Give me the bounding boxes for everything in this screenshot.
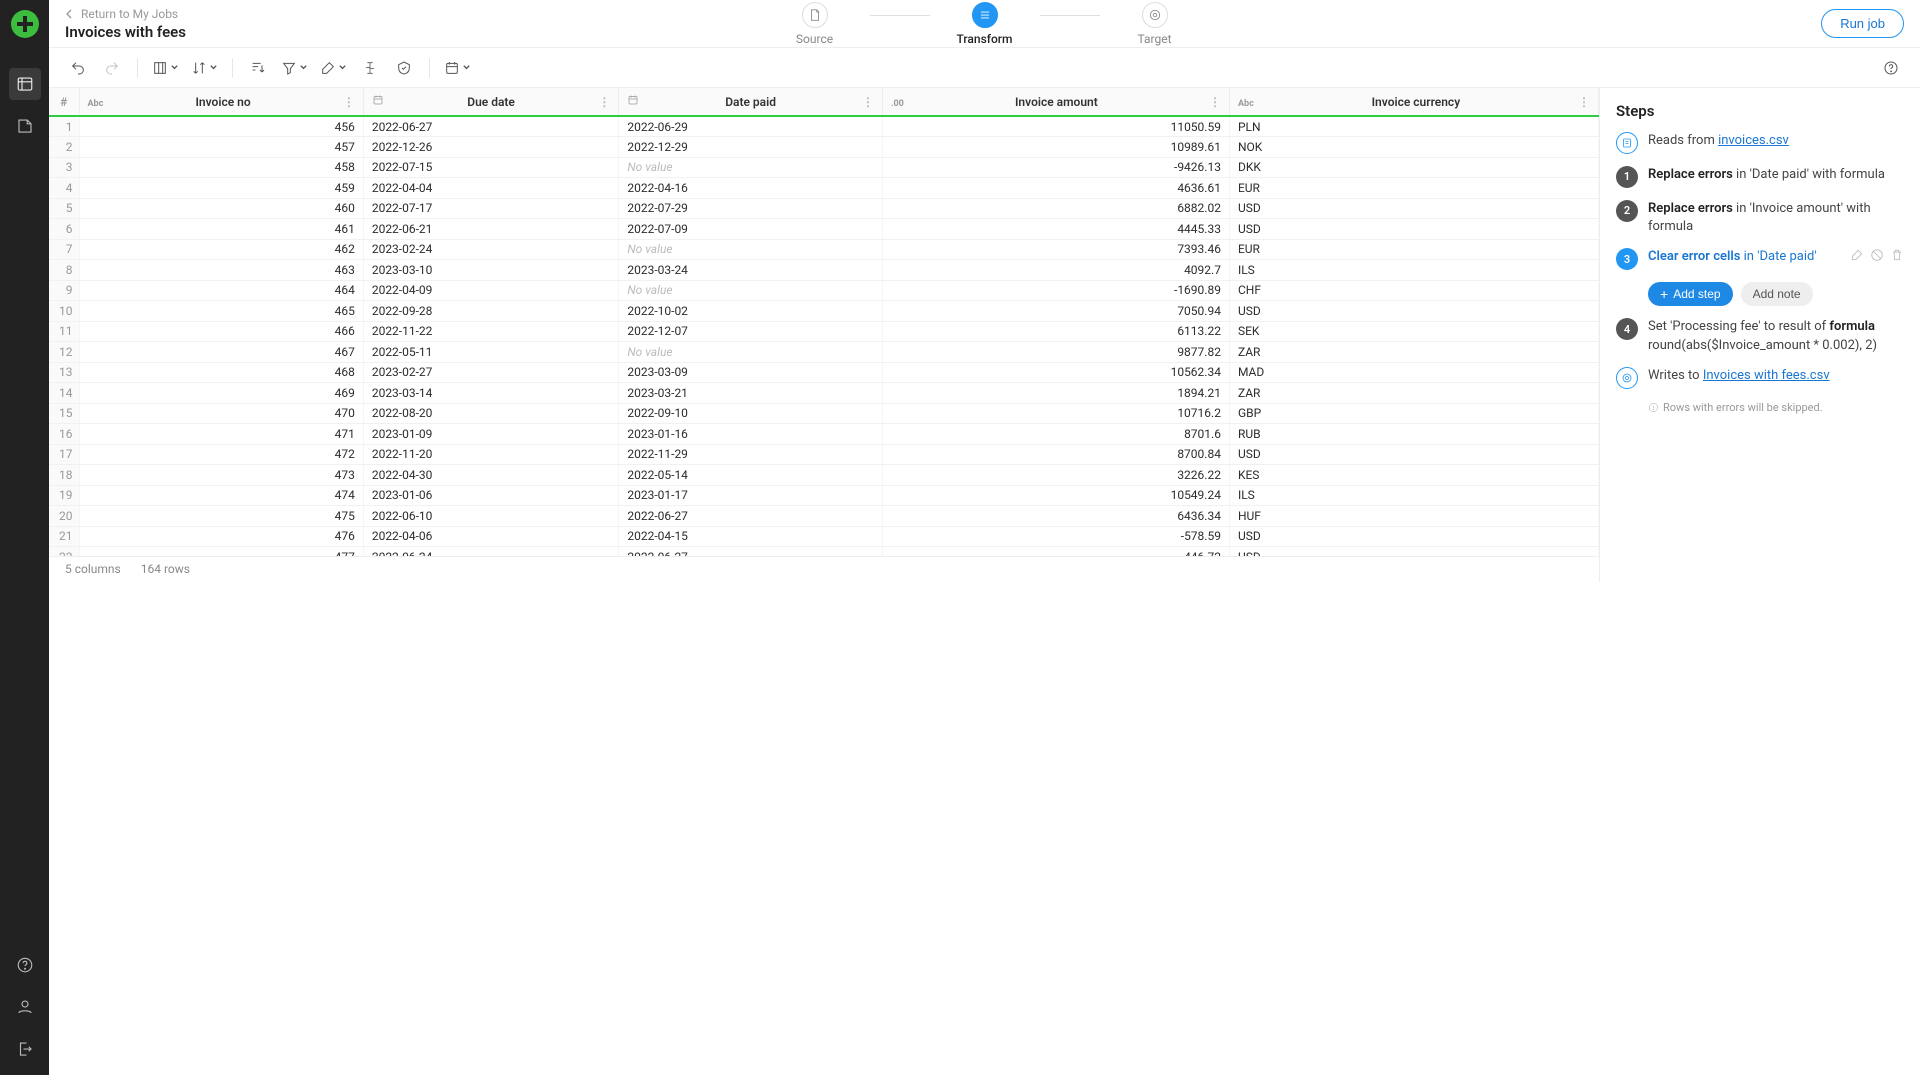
delete-step-icon[interactable]: [1890, 248, 1904, 262]
table-row[interactable]: 14562022-06-272022-06-2911050.59PLN: [49, 116, 1599, 137]
validate-button[interactable]: [389, 54, 419, 82]
table-row[interactable]: 224772022-06-242022-06-27446.72USD: [49, 547, 1599, 556]
disable-step-icon[interactable]: [1870, 248, 1884, 262]
rail-exit-icon[interactable]: [9, 1033, 41, 1065]
table-row[interactable]: 74622023-02-24No value7393.46EUR: [49, 239, 1599, 260]
rail-user-icon[interactable]: [9, 991, 41, 1023]
rail-help-icon[interactable]: [9, 949, 41, 981]
column-header-invoice_currency[interactable]: AbcInvoice currency⋮: [1229, 88, 1598, 116]
stage-indicator: Source Transform Target: [760, 2, 1210, 46]
table-row[interactable]: 164712023-01-092023-01-168701.6RUB: [49, 424, 1599, 445]
status-bar: 5 columns 164 rows: [49, 556, 1599, 582]
steps-panel: Steps Reads from invoices.csv 1 Replace …: [1600, 88, 1920, 582]
columns-button[interactable]: [148, 54, 183, 82]
column-menu-icon[interactable]: ⋮: [862, 95, 874, 109]
table-row[interactable]: 174722022-11-202022-11-298700.84USD: [49, 444, 1599, 465]
table-row[interactable]: 134682023-02-272023-03-0910562.34MAD: [49, 362, 1599, 383]
transform-button[interactable]: [316, 54, 351, 82]
table-row[interactable]: 24572022-12-262022-12-2910989.61NOK: [49, 137, 1599, 158]
column-header-date_paid[interactable]: Date paid⋮: [619, 88, 883, 116]
skip-errors-hint: Rows with errors will be skipped.: [1648, 401, 1904, 414]
column-menu-icon[interactable]: ⋮: [343, 95, 355, 109]
step-4[interactable]: 4 Set 'Processing fee' to result of form…: [1616, 318, 1904, 354]
page-title: Invoices with fees: [65, 23, 186, 41]
top-bar: Return to My Jobs Invoices with fees Sou…: [49, 0, 1920, 48]
back-link[interactable]: Return to My Jobs: [65, 7, 186, 21]
rail-docs-icon[interactable]: [9, 110, 41, 142]
status-rows: 164 rows: [141, 562, 190, 576]
back-link-label: Return to My Jobs: [81, 7, 178, 21]
sort-button[interactable]: [187, 54, 222, 82]
table-row[interactable]: 94642022-04-09No value-1690.89CHF: [49, 280, 1599, 301]
help-button[interactable]: [1876, 54, 1906, 82]
table-row[interactable]: 114662022-11-222022-12-076113.22SEK: [49, 321, 1599, 342]
input-icon: [1616, 132, 1638, 154]
stage-source[interactable]: Source: [760, 2, 870, 46]
column-menu-icon[interactable]: ⋮: [598, 95, 610, 109]
stage-transform[interactable]: Transform: [930, 2, 1040, 46]
step-1[interactable]: 1 Replace errors in 'Date paid' with for…: [1616, 166, 1904, 188]
table-row[interactable]: 64612022-06-212022-07-094445.33USD: [49, 219, 1599, 240]
run-job-button[interactable]: Run job: [1821, 9, 1904, 38]
source-file-link[interactable]: invoices.csv: [1718, 133, 1789, 148]
add-note-button[interactable]: Add note: [1741, 282, 1813, 306]
table-row[interactable]: 154702022-08-202022-09-1010716.2GBP: [49, 403, 1599, 424]
filter-sort-button[interactable]: [243, 54, 273, 82]
table-row[interactable]: 144692023-03-142023-03-211894.21ZAR: [49, 383, 1599, 404]
target-file-link[interactable]: Invoices with fees.csv: [1703, 368, 1830, 383]
column-header-invoice_no[interactable]: AbcInvoice no⋮: [79, 88, 363, 116]
column-header-invoice_amount[interactable]: .00Invoice amount⋮: [882, 88, 1229, 116]
redo-button[interactable]: [97, 54, 127, 82]
table-row[interactable]: 44592022-04-042022-04-164636.61EUR: [49, 178, 1599, 199]
table-row[interactable]: 194742023-01-062023-01-1710549.24ILS: [49, 485, 1599, 506]
filter-button[interactable]: [277, 54, 312, 82]
table-row[interactable]: 184732022-04-302022-05-143226.22KES: [49, 465, 1599, 486]
step-3[interactable]: 3 Clear error cells in 'Date paid': [1616, 248, 1904, 270]
output-icon: [1616, 367, 1638, 389]
table-row[interactable]: 54602022-07-172022-07-296882.02USD: [49, 198, 1599, 219]
rail-jobs-icon[interactable]: [9, 68, 41, 100]
table-row[interactable]: 104652022-09-282022-10-027050.94USD: [49, 301, 1599, 322]
main-area: Return to My Jobs Invoices with fees Sou…: [49, 0, 1920, 1075]
table-row[interactable]: 204752022-06-102022-06-276436.34HUF: [49, 506, 1599, 527]
add-step-button[interactable]: +Add step: [1648, 282, 1733, 306]
step-2[interactable]: 2 Replace errors in 'Invoice amount' wit…: [1616, 200, 1904, 236]
step-reads-from[interactable]: Reads from invoices.csv: [1616, 132, 1904, 154]
left-rail: [0, 0, 49, 1075]
column-menu-icon[interactable]: ⋮: [1578, 95, 1590, 109]
stage-target[interactable]: Target: [1100, 2, 1210, 46]
status-columns: 5 columns: [65, 562, 121, 576]
undo-button[interactable]: [63, 54, 93, 82]
data-grid[interactable]: #AbcInvoice no⋮Due date⋮Date paid⋮.00Inv…: [49, 88, 1599, 556]
formula-button[interactable]: [355, 54, 385, 82]
table-row[interactable]: 214762022-04-062022-04-15-578.59USD: [49, 526, 1599, 547]
column-header-due_date[interactable]: Due date⋮: [363, 88, 619, 116]
date-button[interactable]: [440, 54, 475, 82]
step-writes-to[interactable]: Writes to Invoices with fees.csv: [1616, 367, 1904, 389]
table-row[interactable]: 84632023-03-102023-03-244092.7ILS: [49, 260, 1599, 281]
toolbar: [49, 48, 1920, 88]
table-container: #AbcInvoice no⋮Due date⋮Date paid⋮.00Inv…: [49, 88, 1600, 582]
edit-step-icon[interactable]: [1850, 248, 1864, 262]
table-row[interactable]: 34582022-07-15No value-9426.13DKK: [49, 157, 1599, 178]
table-row[interactable]: 124672022-05-11No value9877.82ZAR: [49, 342, 1599, 363]
steps-title: Steps: [1616, 102, 1904, 120]
workspace: #AbcInvoice no⋮Due date⋮Date paid⋮.00Inv…: [49, 88, 1920, 582]
column-menu-icon[interactable]: ⋮: [1209, 95, 1221, 109]
app-logo[interactable]: [11, 10, 39, 38]
row-number-header[interactable]: #: [49, 88, 79, 116]
